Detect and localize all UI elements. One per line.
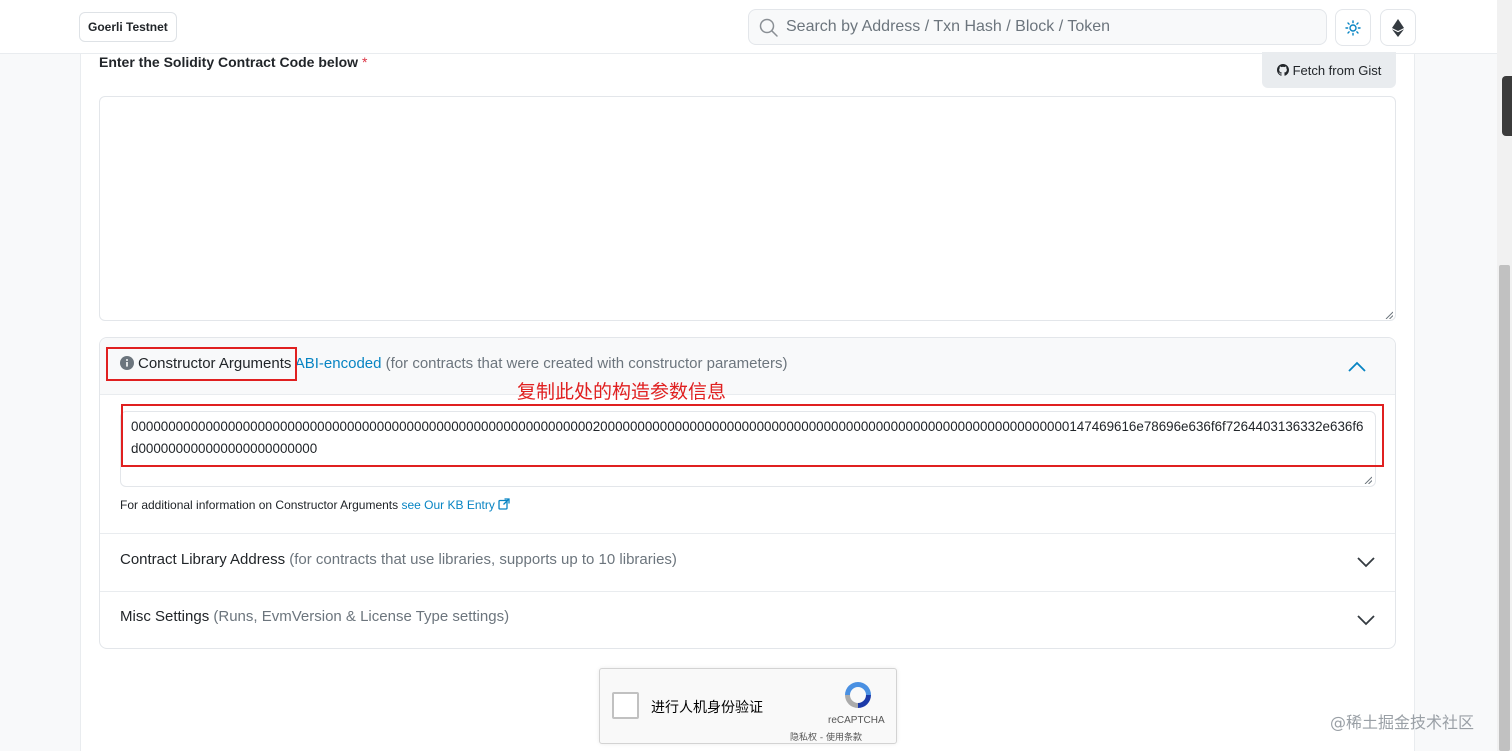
contract-code-label: Enter the Solidity Contract Code below * bbox=[99, 54, 367, 70]
contract-library-address-title: Contract Library Address (for contracts … bbox=[120, 551, 677, 568]
kb-entry-link-label: see Our KB Entry bbox=[401, 498, 495, 512]
recaptcha-terms-link[interactable]: 隐私权 - 使用条款 bbox=[790, 730, 862, 743]
recaptcha-checkbox[interactable] bbox=[612, 692, 639, 719]
misc-settings-hint: (Runs, EvmVersion & License Type setting… bbox=[213, 608, 510, 625]
theme-toggle-button[interactable] bbox=[1335, 9, 1371, 46]
resize-grip-icon[interactable] bbox=[1385, 311, 1393, 319]
fetch-from-gist-label: Fetch from Gist bbox=[1292, 62, 1382, 78]
external-link-icon bbox=[498, 498, 510, 510]
side-widget[interactable] bbox=[1502, 76, 1512, 136]
watermark: @稀土掘金技术社区 bbox=[1330, 713, 1475, 732]
top-header: Goerli Testnet bbox=[0, 0, 1497, 54]
chevron-down-icon[interactable] bbox=[1357, 614, 1375, 626]
contract-code-label-text: Enter the Solidity Contract Code below bbox=[99, 54, 359, 70]
sun-icon bbox=[1345, 19, 1361, 36]
chevron-down-icon[interactable] bbox=[1357, 556, 1375, 568]
constructor-arguments-hint: (for contracts that were created with co… bbox=[385, 355, 788, 372]
contract-library-address-label: Contract Library Address bbox=[120, 551, 286, 568]
network-switch-button[interactable] bbox=[1380, 9, 1416, 46]
contract-library-address-hint: (for contracts that use libraries, suppo… bbox=[289, 551, 677, 568]
abi-encoded-link[interactable]: ABI-encoded bbox=[295, 355, 382, 372]
network-badge[interactable]: Goerli Testnet bbox=[79, 12, 177, 42]
misc-settings-title: Misc Settings (Runs, EvmVersion & Licens… bbox=[120, 608, 509, 625]
settings-accordion: Constructor Arguments ABI-encoded (for c… bbox=[99, 337, 1396, 649]
search-icon bbox=[759, 18, 778, 37]
annotation-box-arguments bbox=[121, 404, 1384, 467]
contract-code-textarea[interactable] bbox=[99, 96, 1396, 321]
annotation-box-title bbox=[106, 347, 297, 381]
kb-note-text: For additional information on Constructo… bbox=[120, 498, 399, 512]
required-mark: * bbox=[362, 54, 368, 70]
ethereum-icon bbox=[1392, 18, 1404, 37]
resize-grip-icon[interactable] bbox=[1364, 476, 1372, 484]
fetch-from-gist-button[interactable]: Fetch from Gist bbox=[1262, 52, 1396, 88]
search-box[interactable] bbox=[748, 9, 1327, 45]
contract-library-address-header[interactable]: Contract Library Address (for contracts … bbox=[100, 533, 1395, 591]
kb-note: For additional information on Constructo… bbox=[120, 498, 510, 512]
misc-settings-header[interactable]: Misc Settings (Runs, EvmVersion & Licens… bbox=[100, 591, 1395, 648]
recaptcha-label: 进行人机身份验证 bbox=[651, 700, 763, 716]
scrollbar-thumb[interactable] bbox=[1499, 265, 1510, 751]
recaptcha-logo-icon bbox=[845, 682, 871, 708]
chevron-up-icon[interactable] bbox=[1348, 361, 1366, 373]
recaptcha-widget: 进行人机身份验证 reCAPTCHA 隐私权 - 使用条款 bbox=[599, 668, 897, 744]
misc-settings-label: Misc Settings bbox=[120, 608, 210, 625]
github-icon bbox=[1276, 64, 1289, 76]
annotation-text: 复制此处的构造参数信息 bbox=[517, 381, 727, 403]
kb-entry-link[interactable]: see Our KB Entry bbox=[401, 498, 510, 512]
search-input[interactable] bbox=[786, 10, 1316, 44]
recaptcha-brand: reCAPTCHA bbox=[828, 715, 885, 726]
